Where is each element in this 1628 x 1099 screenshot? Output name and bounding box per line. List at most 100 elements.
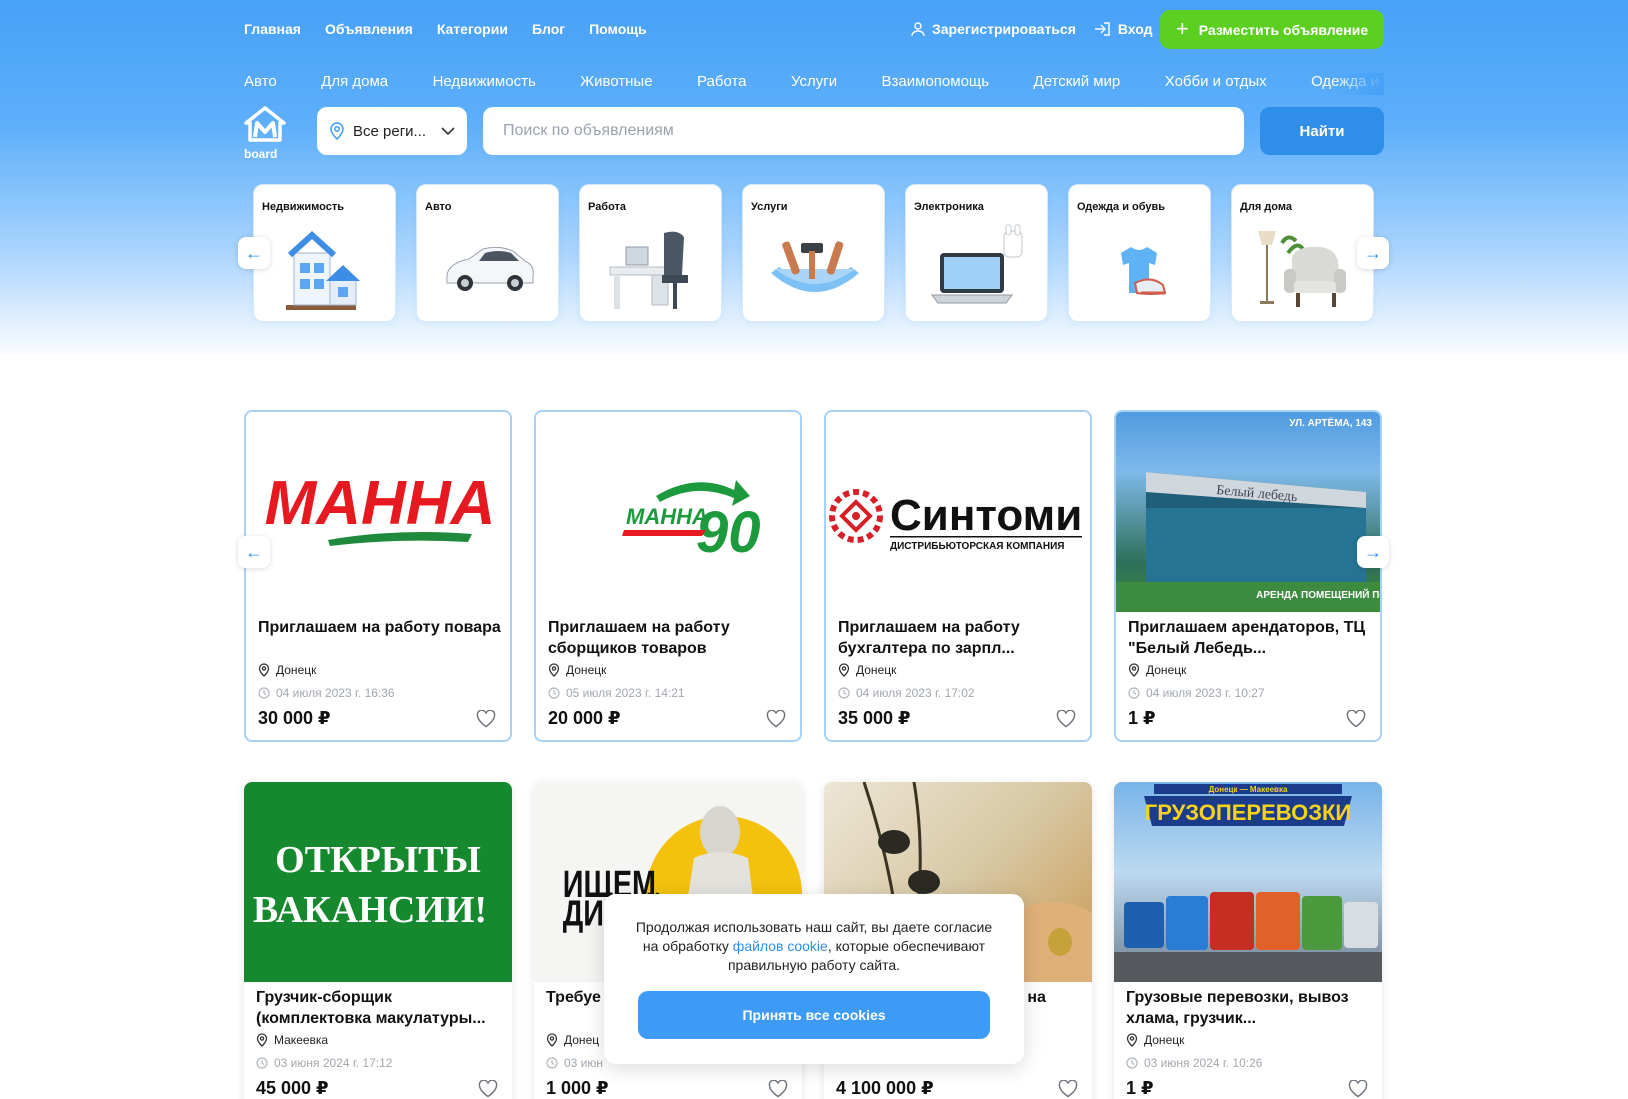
register-label: Зарегистрироваться (932, 21, 1076, 37)
nav-link-blog[interactable]: Блог (532, 21, 565, 37)
category-card-electronics[interactable]: Электроника (905, 184, 1048, 322)
heart-icon[interactable] (1348, 1080, 1368, 1098)
category-card-realty[interactable]: Недвижимость (253, 184, 396, 322)
plus-icon: + (1175, 15, 1189, 41)
featured-card[interactable]: МАННА 90 Приглашаем на работу сборщиков … (534, 410, 802, 742)
site-logo[interactable]: board (244, 106, 286, 160)
sintomi-logo-image: Синтоми ДИСТРИБЬЮТОРСКАЯ КОМПАНИЯ (829, 489, 1082, 552)
heart-icon[interactable] (1056, 710, 1076, 728)
chevron-down-icon (441, 127, 455, 135)
category-link[interactable]: Детский мир (1034, 73, 1121, 90)
clock-icon (1128, 687, 1140, 699)
clock-icon (838, 687, 850, 699)
listing-title[interactable]: Грузчик-сборщик (комплектовка макулатуры… (256, 987, 500, 1029)
category-link[interactable]: Хобби и отдых (1165, 73, 1267, 90)
vacancies-line-2: ВАКАНСИИ! (253, 889, 487, 931)
nav-link-home[interactable]: Главная (244, 21, 301, 37)
listing-price: 1 000 ₽ (546, 1078, 609, 1098)
listing-location: Донецк (1126, 1033, 1184, 1047)
manna-90-logo-image: МАННА 90 (622, 480, 761, 565)
featured-card[interactable]: УЛ. АРТЁМА, 143 Белый лебедь АРЕНДА ПОМЕ… (1114, 410, 1382, 742)
listing-date-text: 05 июля 2023 г. 14:21 (566, 686, 685, 700)
cargo-trucks-image: Донецк — Макеевка ГРУЗОПЕРЕВОЗКИ (1114, 784, 1382, 982)
search-input[interactable] (483, 107, 1244, 155)
vacancies-line-1: ОТКРЫТЫ (275, 839, 481, 881)
manna-logo-text: МАННА (265, 469, 496, 538)
heart-icon[interactable] (1346, 710, 1366, 728)
listing-title[interactable]: Приглашаем на работу сборщиков товаров (548, 617, 792, 659)
nav-link-categories[interactable]: Категории (437, 21, 508, 37)
category-link[interactable]: Недвижимость (433, 73, 536, 90)
mall-rent-text: АРЕНДА ПОМЕЩЕНИЙ ПО НОМЕРУ: (1256, 588, 1380, 601)
category-card-work[interactable]: Работа (579, 184, 722, 322)
accept-cookies-button[interactable]: Принять все cookies (638, 991, 990, 1039)
category-card-auto[interactable]: Авто (416, 184, 559, 322)
heart-icon[interactable] (478, 1080, 498, 1098)
listing-image: МАННА 90 (536, 412, 800, 612)
listing-image: Синтоми ДИСТРИБЬЮТОРСКАЯ КОМПАНИЯ (826, 412, 1090, 612)
post-ad-label: Разместить объявление (1198, 21, 1369, 38)
login-link[interactable]: Вход (1094, 21, 1153, 37)
listing-title[interactable]: у на (1014, 987, 1092, 1008)
category-prev-arrow-icon[interactable]: ← (238, 237, 270, 269)
listing-title[interactable]: Приглашаем на работу бухгалтера по зарпл… (838, 617, 1082, 659)
nav-link-help[interactable]: Помощь (589, 21, 647, 37)
category-link[interactable]: Для дома (321, 73, 388, 90)
featured-next-arrow-icon[interactable]: → (1357, 536, 1389, 568)
featured-card[interactable]: Синтоми ДИСТРИБЬЮТОРСКАЯ КОМПАНИЯ Пригла… (824, 410, 1092, 742)
listing-title[interactable]: Приглашаем арендаторов, ТЦ "Белый Лебедь… (1128, 617, 1372, 659)
category-card-title: Для дома (1240, 201, 1292, 213)
listing-title[interactable]: Грузовые перевозки, вывоз хлама, грузчик… (1126, 987, 1370, 1029)
cookie-policy-link[interactable]: файлов cookie (733, 938, 828, 954)
listing-date: 03 июня 2024 г. 17:12 (256, 1056, 392, 1070)
listing-date: 04 июля 2023 г. 10:27 (1128, 686, 1265, 700)
login-icon (1094, 22, 1110, 36)
post-ad-button[interactable]: + Разместить объявление (1160, 10, 1384, 49)
white-swan-mall-image: УЛ. АРТЁМА, 143 Белый лебедь АРЕНДА ПОМЕ… (1116, 416, 1380, 612)
category-card-clothes[interactable]: Одежда и обувь (1068, 184, 1211, 322)
category-card-title: Работа (588, 201, 627, 213)
category-next-arrow-icon[interactable]: → (1357, 237, 1389, 269)
vacancies-banner-image: ОТКРЫТЫ ВАКАНСИИ! (253, 839, 487, 931)
listing-image: Донецк — Макеевка ГРУЗОПЕРЕВОЗКИ (1114, 782, 1382, 982)
category-card-home[interactable]: Для дома (1231, 184, 1374, 322)
category-link[interactable]: Взаимопомощь (882, 73, 990, 90)
heart-icon[interactable] (476, 710, 496, 728)
trucks-title-text: ГРУЗОПЕРЕВОЗКИ (1145, 800, 1351, 825)
heart-icon[interactable] (766, 710, 786, 728)
listing-price: 20 000 ₽ (548, 708, 621, 728)
register-link[interactable]: Зарегистрироваться (910, 21, 1076, 37)
nav-link-ads[interactable]: Объявления (325, 21, 413, 37)
top-nav: Главная Объявления Категории Блог Помощь (244, 21, 647, 37)
heart-icon[interactable] (768, 1080, 788, 1098)
listing-location: Донецк (548, 663, 606, 677)
category-card-title: Одежда и обувь (1077, 201, 1166, 213)
listing-location: Донецк (258, 663, 316, 677)
featured-prev-arrow-icon[interactable]: ← (238, 536, 270, 568)
category-link[interactable]: Одежда и обувь (1311, 73, 1384, 90)
category-link[interactable]: Авто (244, 73, 277, 90)
search-button[interactable]: Найти (1260, 107, 1384, 155)
category-card-title: Авто (425, 201, 452, 213)
logo-mark-icon (244, 106, 286, 142)
category-card-title: Недвижимость (262, 201, 344, 213)
trucks-route-text: Донецк — Макеевка (1209, 785, 1288, 794)
listing-card[interactable]: Донецк — Макеевка ГРУЗОПЕРЕВОЗКИ Грузовы… (1114, 782, 1382, 1099)
listing-title[interactable]: Приглашаем на работу повара (258, 617, 502, 638)
listing-location: Донец (546, 1033, 599, 1047)
location-pin-icon (258, 663, 270, 677)
laptop-icon (931, 224, 1023, 304)
featured-card[interactable]: МАННА Приглашаем на работу повара Донецк… (244, 410, 512, 742)
category-card-services[interactable]: Услуги (742, 184, 885, 322)
listing-card[interactable]: ОТКРЫТЫ ВАКАНСИИ! Грузчик-сборщик (компл… (244, 782, 512, 1099)
clock-icon (546, 1057, 558, 1069)
manna-90-number: 90 (696, 500, 761, 565)
category-link[interactable]: Услуги (791, 73, 837, 90)
heart-icon[interactable] (1058, 1080, 1078, 1098)
category-link[interactable]: Работа (697, 73, 747, 90)
listing-city: Донецк (276, 663, 317, 677)
listing-city: Донецк (856, 663, 897, 677)
category-link[interactable]: Животные (580, 73, 652, 90)
region-select[interactable]: Все реги... (317, 107, 467, 155)
listing-price: 45 000 ₽ (256, 1078, 329, 1098)
